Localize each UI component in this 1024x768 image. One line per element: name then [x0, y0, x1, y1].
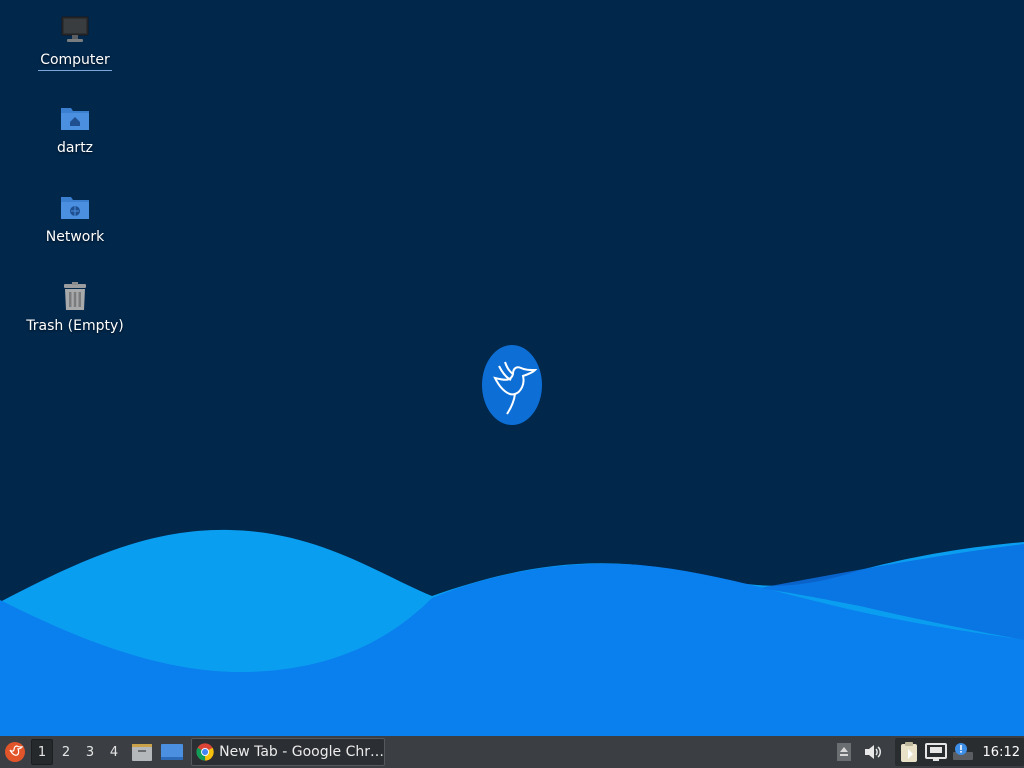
desktop-icon-network[interactable]: Network: [20, 191, 130, 247]
icon-label-home: dartz: [56, 140, 94, 156]
network-folder-icon: [61, 197, 89, 219]
file-manager-icon: [132, 744, 152, 761]
distro-menu-icon: [5, 742, 25, 762]
clock[interactable]: 16:12: [983, 745, 1020, 760]
icon-label-trash: Trash (Empty): [26, 318, 124, 334]
notification-tray-button[interactable]: [951, 738, 975, 766]
clipboard-icon: [900, 742, 917, 762]
desktop-icon-home[interactable]: dartz: [20, 102, 130, 158]
network-wired-icon: [924, 743, 947, 761]
home-folder-icon: [61, 108, 89, 130]
network-tray-button[interactable]: [923, 738, 949, 766]
notification-icon: [952, 743, 973, 760]
eject-tray-button[interactable]: [835, 738, 853, 766]
icon-label-network: Network: [45, 229, 105, 245]
computer-icon: [61, 16, 89, 42]
taskbar-window-chrome[interactable]: New Tab - Google Chr…: [191, 738, 385, 766]
desktop-icon-computer[interactable]: Computer: [20, 14, 130, 71]
trash-icon: [64, 282, 86, 310]
workspace-1[interactable]: 1: [31, 739, 53, 765]
distro-logo: [481, 344, 543, 426]
show-desktop-button[interactable]: [159, 739, 185, 765]
desktop[interactable]: Computer dartz Network Trash (Empty): [0, 0, 1024, 736]
file-manager-launcher[interactable]: [129, 739, 155, 765]
workspace-3[interactable]: 3: [79, 739, 101, 765]
eject-icon: [836, 743, 851, 761]
chrome-icon: [196, 743, 214, 761]
workspace-2[interactable]: 2: [55, 739, 77, 765]
volume-icon: [864, 745, 881, 759]
show-desktop-icon: [161, 744, 183, 760]
clipboard-tray-button[interactable]: [897, 738, 921, 766]
system-tray: 16:12: [894, 738, 1024, 766]
workspace-4[interactable]: 4: [103, 739, 125, 765]
taskbar-window-title: New Tab - Google Chr…: [219, 744, 384, 760]
taskbar: 1 2 3 4 New Tab - Google Chr… 16:12: [0, 736, 1024, 768]
volume-button[interactable]: [863, 738, 883, 766]
icon-label-computer: Computer: [38, 52, 112, 71]
desktop-icon-trash[interactable]: Trash (Empty): [20, 280, 130, 336]
application-menu-button[interactable]: [1, 738, 29, 766]
